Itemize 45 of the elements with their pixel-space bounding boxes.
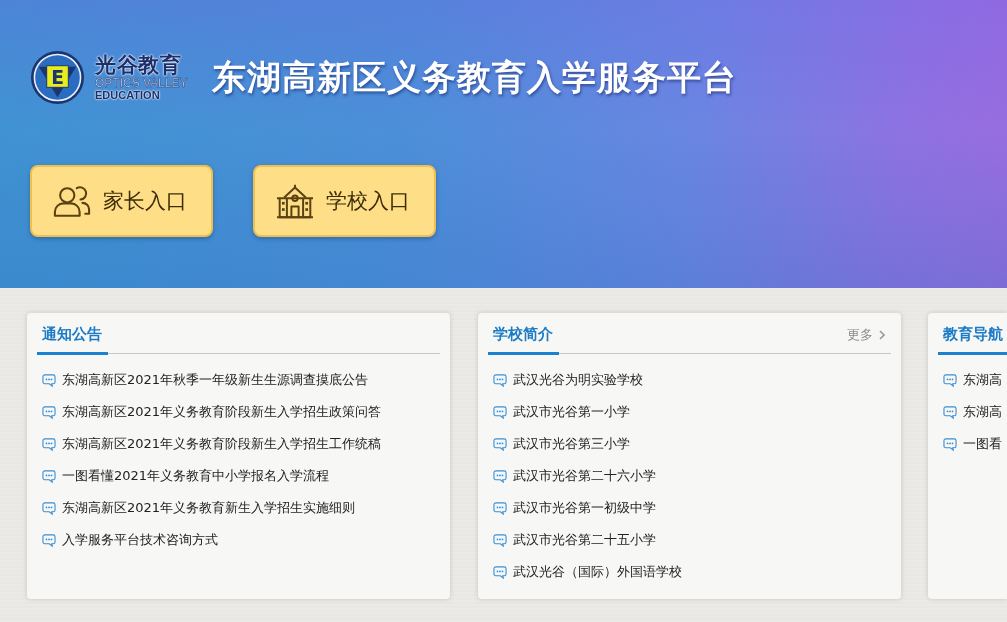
notice-link[interactable]: 一图看懂2021年义务教育中小学报名入学流程 — [62, 467, 330, 485]
message-icon — [492, 565, 507, 579]
message-icon — [492, 437, 507, 451]
message-icon — [492, 533, 507, 547]
message-icon — [943, 405, 957, 419]
notice-link[interactable]: 东湖高新区2021年义务教育新生入学招生实施细则 — [62, 499, 356, 517]
notice-link[interactable]: 武汉光谷（国际）外国语学校 — [512, 563, 682, 581]
message-icon — [42, 437, 56, 451]
chevron-icon — [878, 330, 885, 340]
message-icon — [42, 533, 56, 547]
entry-button[interactable]: 家长入口 — [30, 165, 213, 237]
logo-subtitle: OPTICS VALLEY — [95, 77, 188, 89]
message-icon — [42, 373, 56, 387]
message-icon — [943, 373, 957, 387]
notice-link[interactable]: 武汉市光谷第二十六小学 — [512, 467, 656, 485]
panel-title: 学校简介 — [487, 324, 559, 355]
notice-link[interactable]: 一图看 — [963, 435, 1002, 453]
message-icon — [42, 405, 56, 419]
logo-name: 光谷教育 — [95, 54, 182, 77]
notice-link[interactable]: 武汉光谷为明实验学校 — [512, 371, 643, 389]
notice-link[interactable]: 武汉市光谷第二十五小学 — [512, 531, 656, 549]
people-icon — [53, 183, 91, 219]
logo-subtitle: EDUCATION — [95, 89, 161, 101]
panel-title: 教育导航 — [938, 324, 1007, 355]
notice-link[interactable]: 东湖高新区2021年义务教育阶段新生入学招生政策问答 — [62, 403, 382, 421]
entry-button[interactable]: 学校入口 — [253, 165, 436, 237]
school-building-icon — [276, 183, 314, 219]
message-icon — [42, 501, 56, 515]
message-icon — [492, 469, 507, 483]
notice-link[interactable]: 东湖高 — [963, 403, 1002, 421]
message-icon — [492, 373, 507, 387]
panel-title: 通知公告 — [37, 324, 108, 355]
logo-letter: E — [51, 66, 64, 88]
notice-link[interactable]: 武汉市光谷第一初级中学 — [512, 499, 656, 517]
message-icon — [943, 437, 957, 451]
notice-link[interactable]: 入学服务平台技术咨询方式 — [62, 531, 218, 549]
notice-link[interactable]: 武汉市光谷第三小学 — [512, 435, 630, 453]
notice-link[interactable]: 武汉市光谷第一小学 — [512, 403, 630, 421]
message-icon — [492, 501, 507, 515]
message-icon — [492, 405, 507, 419]
notice-link[interactable]: 东湖高 — [963, 371, 1002, 389]
notice-link[interactable]: 东湖高新区2021年秋季一年级新生生源调查摸底公告 — [62, 371, 369, 389]
notice-link[interactable]: 东湖高新区2021年义务教育阶段新生入学招生工作统稿 — [62, 435, 382, 453]
site-title: 东湖高新区义务教育入学服务平台 — [212, 55, 738, 99]
message-icon — [42, 469, 56, 483]
